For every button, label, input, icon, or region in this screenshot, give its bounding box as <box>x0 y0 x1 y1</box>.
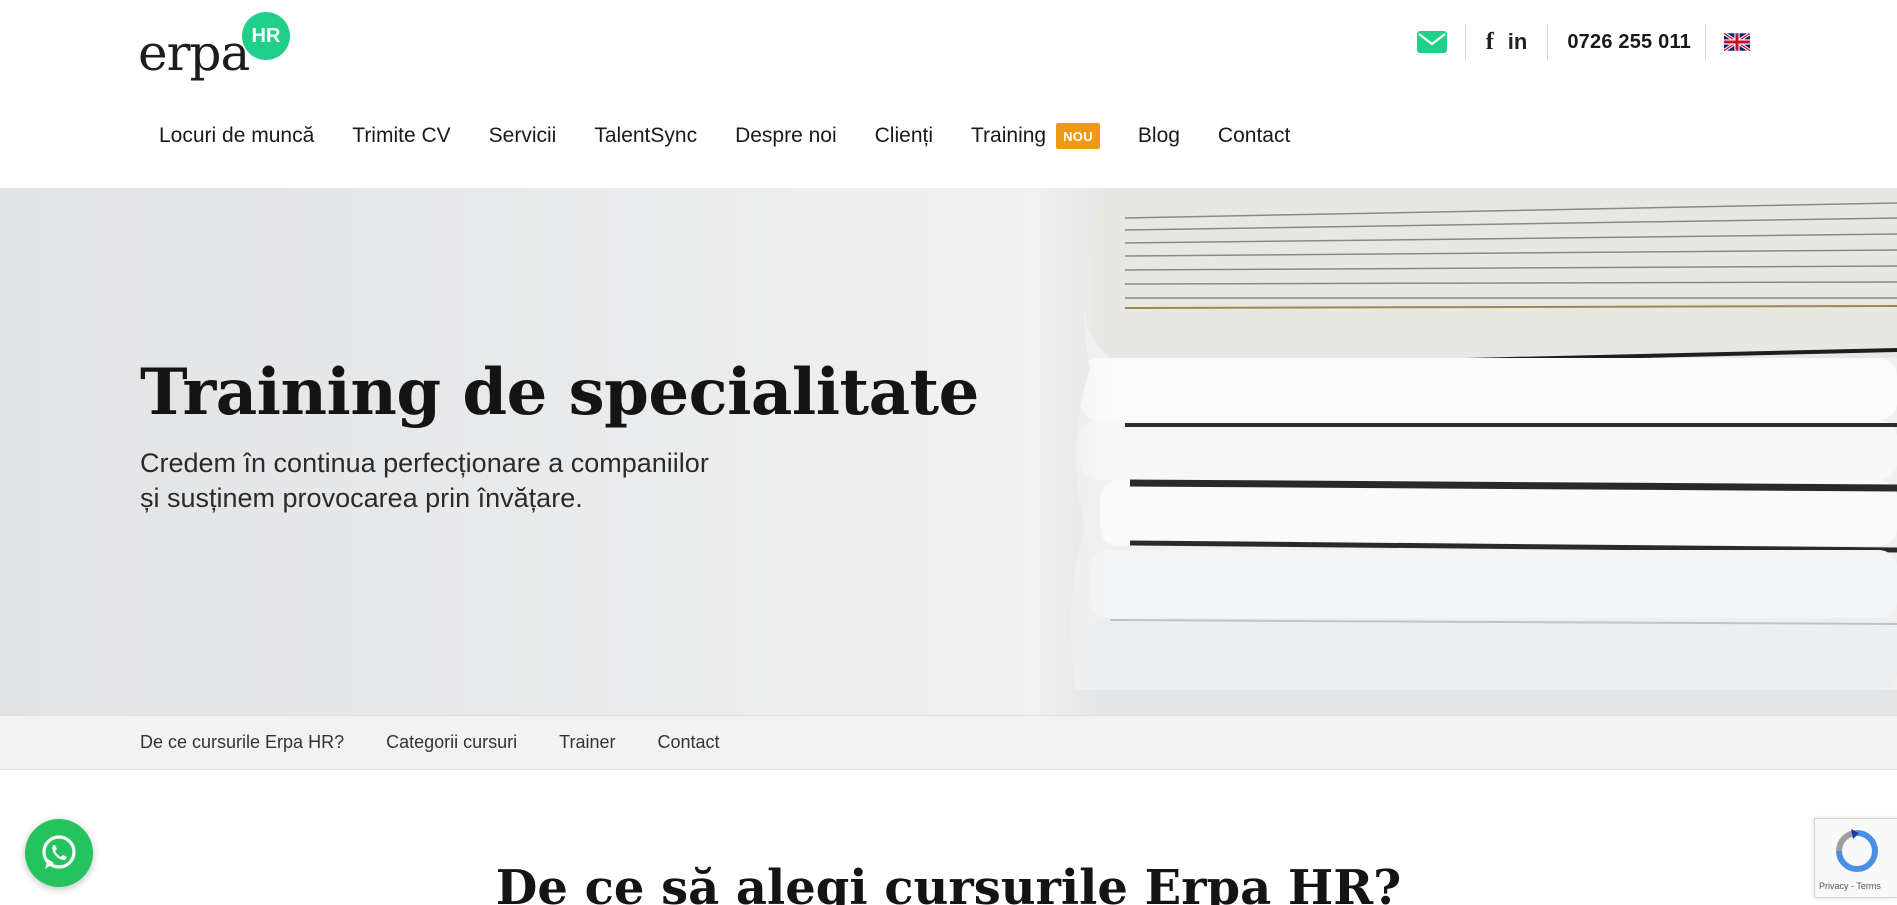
header-contact-bar: f in 0726 255 011 <box>1416 22 1750 62</box>
nav-item-despre-noi[interactable]: Despre noi <box>735 124 837 148</box>
main-nav: Locuri de muncă Trimite CV Servicii Tale… <box>159 121 1328 151</box>
training-subnav: De ce cursurile Erpa HR? Categorii cursu… <box>0 715 1897 770</box>
whatsapp-icon <box>42 835 76 869</box>
subnav-item-trainer[interactable]: Trainer <box>559 732 615 753</box>
nav-item-contact[interactable]: Contact <box>1218 124 1290 148</box>
hero-title: Training de specialitate <box>140 355 979 430</box>
logo-badge: HR <box>242 12 290 60</box>
nav-item-training-label: Training <box>971 124 1047 147</box>
subnav-item-de-ce-cursurile[interactable]: De ce cursurile Erpa HR? <box>140 732 344 753</box>
stacked-binders-image <box>1040 188 1897 715</box>
social-links: f in <box>1466 30 1548 54</box>
linkedin-icon[interactable]: in <box>1508 31 1528 53</box>
hero-banner: Training de specialitate Credem în conti… <box>0 188 1897 715</box>
mail-icon[interactable] <box>1416 31 1447 53</box>
site-header: erpa HR f in 0726 255 011 Locuri de munc… <box>0 0 1897 188</box>
facebook-icon[interactable]: f <box>1486 30 1494 54</box>
nav-item-trimite-cv[interactable]: Trimite CV <box>352 124 450 148</box>
subnav-links: De ce cursurile Erpa HR? Categorii cursu… <box>140 732 762 753</box>
nav-item-clienti[interactable]: Clienți <box>875 124 933 148</box>
logo-wordmark: erpa <box>138 24 250 82</box>
nav-item-talentsync[interactable]: TalentSync <box>594 124 697 148</box>
erpa-hr-logo[interactable]: erpa HR <box>138 10 298 82</box>
new-badge: NOU <box>1056 123 1100 149</box>
uk-flag-icon[interactable] <box>1724 33 1750 51</box>
hero-subtitle-line-2: și susținem provocarea prin învățare. <box>140 483 583 513</box>
recaptcha-links[interactable]: Privacy - Terms <box>1819 881 1881 891</box>
nav-item-locuri-de-munca[interactable]: Locuri de muncă <box>159 124 314 148</box>
nav-item-blog[interactable]: Blog <box>1138 124 1180 148</box>
whatsapp-button[interactable] <box>25 819 93 887</box>
phone-number[interactable]: 0726 255 011 <box>1548 31 1705 54</box>
nav-item-servicii[interactable]: Servicii <box>489 124 557 148</box>
recaptcha-badge[interactable]: Privacy - Terms <box>1814 818 1897 898</box>
subnav-item-categorii-cursuri[interactable]: Categorii cursuri <box>386 732 517 753</box>
recaptcha-icon <box>1836 829 1878 872</box>
hero-subtitle: Credem în continua perfecționare a compa… <box>140 446 709 516</box>
section-title: De ce să alegi cursurile Erpa HR? <box>495 860 1402 905</box>
nav-item-training[interactable]: Training NOU <box>971 123 1100 149</box>
subnav-item-contact[interactable]: Contact <box>657 732 719 753</box>
divider <box>1705 24 1706 60</box>
hero-subtitle-line-1: Credem în continua perfecționare a compa… <box>140 448 709 478</box>
